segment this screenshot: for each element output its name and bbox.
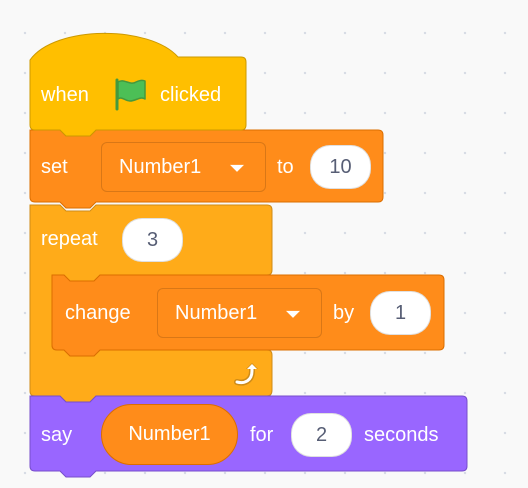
- change-variable-dropdown[interactable]: Number1: [157, 288, 322, 338]
- change-label: change: [65, 302, 131, 324]
- set-label: set: [41, 156, 68, 178]
- change-variable-name: Number1: [175, 301, 258, 324]
- say-seconds-input[interactable]: 2: [291, 413, 352, 457]
- change-by-label: by: [333, 302, 355, 324]
- set-to-label: to: [277, 156, 294, 178]
- set-variable-name: Number1: [119, 155, 202, 178]
- loop-arrow-icon: [234, 363, 258, 386]
- repeat-times-input[interactable]: 3: [122, 218, 183, 262]
- set-variable-dropdown[interactable]: Number1: [101, 142, 266, 192]
- code-workspace[interactable]: when clicked set Number1 to 10 repeat 3 …: [0, 0, 528, 488]
- change-value-input[interactable]: 1: [370, 291, 431, 335]
- hat-when-label: when: [41, 84, 89, 106]
- green-flag-icon: [115, 78, 146, 111]
- say-seconds-label: seconds: [364, 424, 439, 446]
- number1-reporter[interactable]: Number1: [101, 404, 238, 465]
- hat-clicked-label: clicked: [160, 84, 222, 106]
- set-value-input[interactable]: 10: [310, 145, 371, 189]
- dropdown-caret-icon: [230, 164, 244, 172]
- say-for-label: for: [250, 424, 274, 446]
- say-label: say: [41, 424, 73, 446]
- repeat-label: repeat: [41, 228, 98, 250]
- dropdown-caret-icon: [286, 310, 300, 318]
